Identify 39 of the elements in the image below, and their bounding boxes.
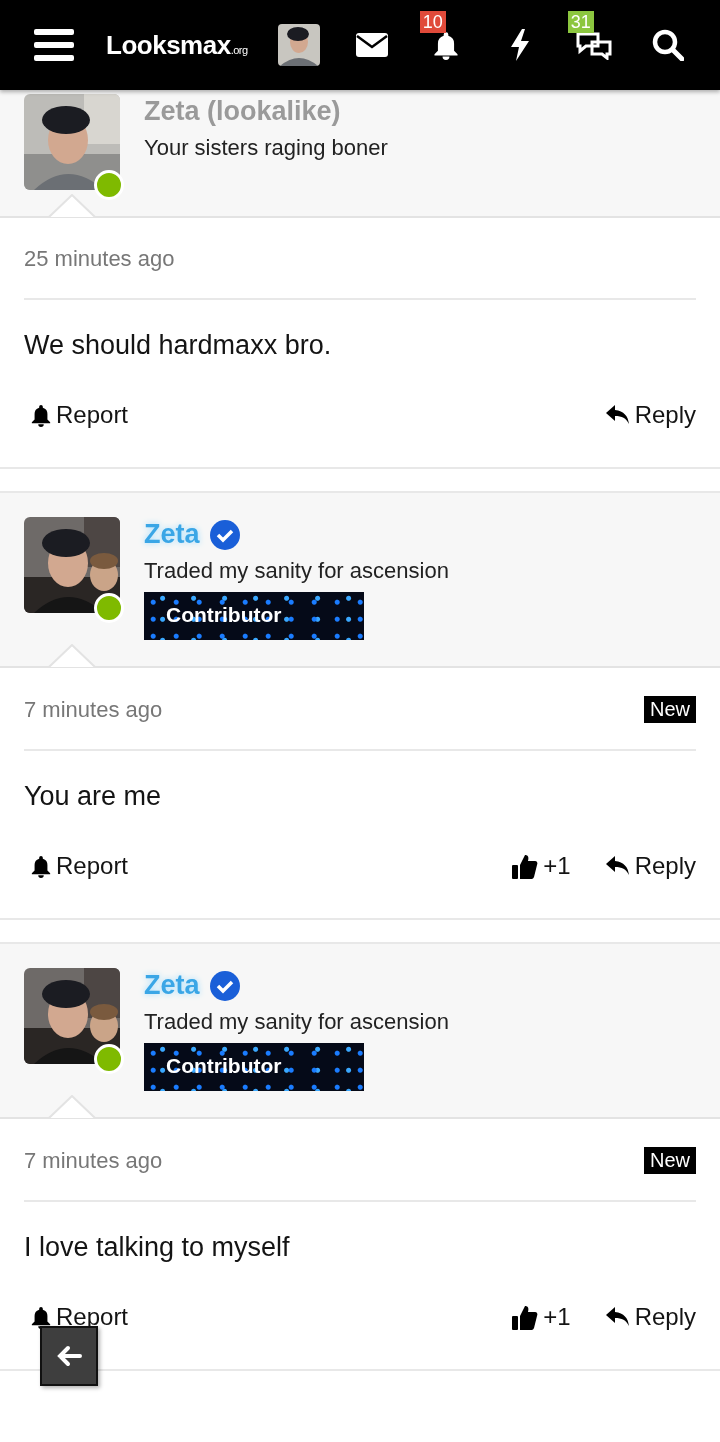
mail-icon[interactable]: [355, 33, 388, 57]
arrow-left-icon: [56, 1345, 82, 1367]
post-time[interactable]: 7 minutes ago: [24, 1147, 163, 1174]
user-banner: Contributor: [144, 592, 364, 640]
thumbs-up-icon: [511, 852, 540, 880]
report-link[interactable]: Report: [30, 852, 129, 880]
site-logo[interactable]: Looksmax.org: [106, 29, 248, 61]
reply-link[interactable]: Reply: [604, 852, 696, 880]
conversations-count: 31: [567, 11, 594, 33]
post-message: We should hardmaxx bro.: [24, 329, 333, 362]
post-message: I love talking to myself: [24, 1231, 291, 1264]
bell-icon: [30, 1305, 52, 1329]
post-message: You are me: [24, 780, 163, 813]
like-count[interactable]: +1: [511, 852, 571, 880]
search-icon[interactable]: [651, 29, 684, 61]
bell-icon: [30, 403, 52, 427]
reply-icon: [604, 855, 631, 877]
report-link[interactable]: Report: [30, 401, 129, 429]
back-button[interactable]: [40, 1326, 98, 1386]
new-tag: New: [644, 696, 696, 723]
user-banner: Contributor: [144, 1043, 364, 1091]
alerts-count: 10: [419, 11, 446, 33]
bell-icon[interactable]: [431, 30, 460, 60]
user-title: Your sisters raging boner: [144, 135, 388, 161]
menu-icon[interactable]: [34, 29, 74, 61]
new-tag: New: [644, 1147, 696, 1174]
user-title: Traded my sanity for ascension: [144, 1009, 449, 1035]
reply-icon: [604, 1306, 631, 1328]
post-time[interactable]: 7 minutes ago: [24, 696, 163, 723]
thumbs-up-icon: [511, 1303, 540, 1331]
like-count[interactable]: +1: [511, 1303, 571, 1331]
post-time[interactable]: 25 minutes ago: [24, 246, 175, 272]
lightning-icon[interactable]: [508, 29, 531, 61]
bell-icon: [30, 854, 52, 878]
reply-icon: [604, 404, 631, 426]
reply-link[interactable]: Reply: [604, 401, 696, 429]
reply-link[interactable]: Reply: [604, 1303, 696, 1331]
user-title: Traded my sanity for ascension: [144, 558, 449, 584]
report-link[interactable]: Report: [30, 1303, 129, 1331]
